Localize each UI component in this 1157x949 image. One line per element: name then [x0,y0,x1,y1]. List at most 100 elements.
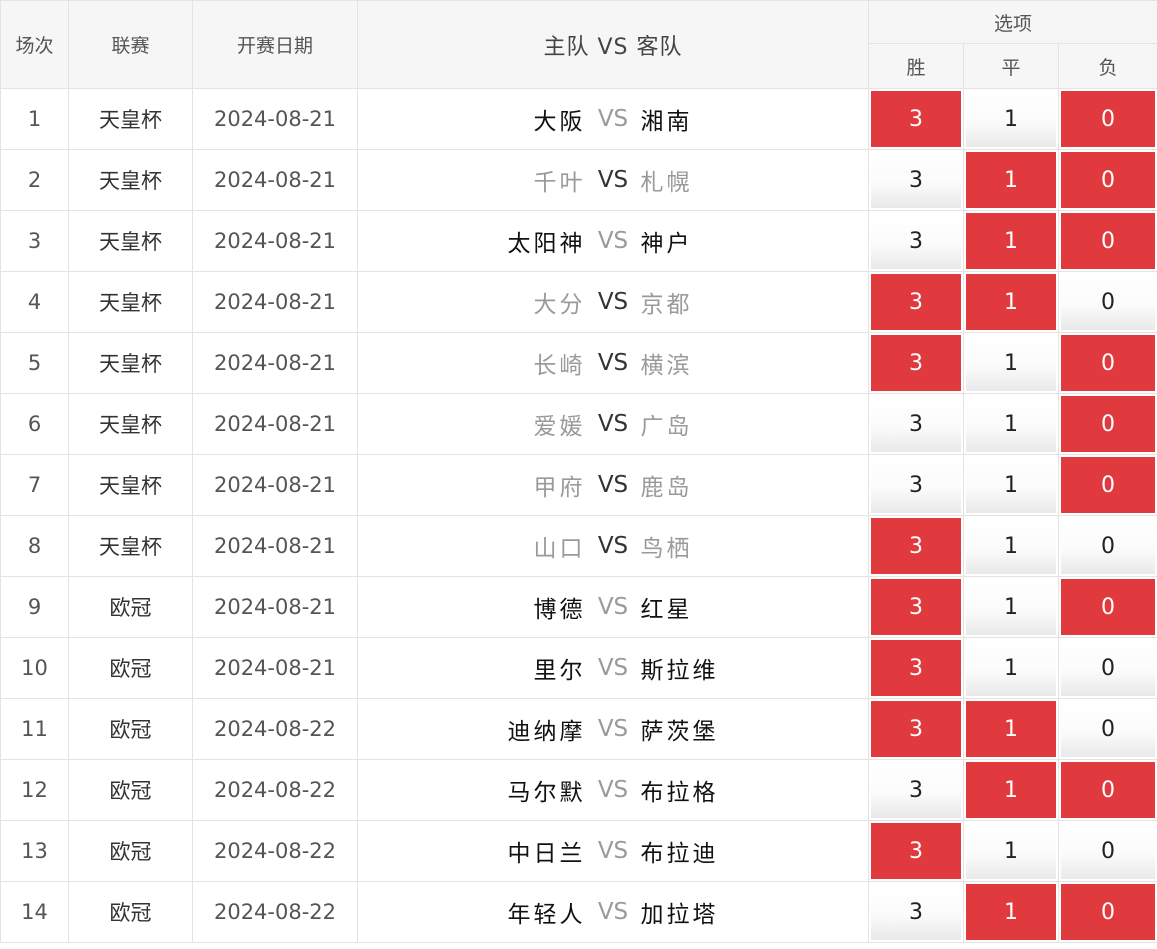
matchup-cell: 山口 VS 鸟栖 [357,515,869,577]
away-team: 加拉塔 [640,902,719,928]
match-date: 2024-08-21 [192,332,358,394]
league-name: 天皇杯 [68,393,193,455]
option-lose-cell: 0 [1057,698,1157,760]
option-win-button[interactable]: 3 [871,274,961,330]
option-draw-button[interactable]: 1 [966,152,1056,208]
option-win-button[interactable]: 3 [871,701,961,757]
option-win-button[interactable]: 3 [871,579,961,635]
option-draw-button[interactable]: 1 [966,274,1056,330]
table-header: 场次 联赛 开赛日期 主队 VS 客队 选项 胜 平 负 [0,0,1157,89]
away-team: 鸟栖 [640,536,693,562]
option-draw-button[interactable]: 1 [966,579,1056,635]
match-index: 13 [0,820,69,882]
match-date: 2024-08-21 [192,576,358,638]
option-lose-button[interactable]: 0 [1061,457,1156,513]
option-lose-button[interactable]: 0 [1061,762,1156,818]
away-team: 湘南 [640,109,693,135]
option-draw-button[interactable]: 1 [966,396,1056,452]
league-name: 天皇杯 [68,515,193,577]
home-team: 爱媛 [533,414,586,440]
option-lose-button[interactable]: 0 [1061,884,1156,940]
option-lose-button[interactable]: 0 [1061,396,1156,452]
option-win-button[interactable]: 3 [871,396,961,452]
option-lose-button[interactable]: 0 [1061,579,1156,635]
match-index: 10 [0,637,69,699]
option-win-button[interactable]: 3 [871,762,961,818]
header-options: 选项 [867,0,1157,44]
match-index: 9 [0,576,69,638]
option-draw-cell: 1 [963,210,1059,272]
league-name: 欧冠 [68,698,193,760]
option-lose-cell: 0 [1057,210,1157,272]
option-win-button[interactable]: 3 [871,823,961,879]
match-table-container: 场次 联赛 开赛日期 主队 VS 客队 选项 胜 平 负 1 天皇杯 2024-… [0,0,1157,949]
match-date: 2024-08-21 [192,88,358,150]
table-row: 8 天皇杯 2024-08-21 山口 VS 鸟栖 3 1 0 [0,515,1157,577]
option-draw-button[interactable]: 1 [966,884,1056,940]
option-draw-button[interactable]: 1 [966,335,1056,391]
option-lose-button[interactable]: 0 [1061,640,1156,696]
option-win-button[interactable]: 3 [871,640,961,696]
home-team: 山口 [533,536,586,562]
option-win-button[interactable]: 3 [871,91,961,147]
option-draw-button[interactable]: 1 [966,640,1056,696]
option-draw-button[interactable]: 1 [966,213,1056,269]
option-win-button[interactable]: 3 [871,152,961,208]
option-draw-button[interactable]: 1 [966,762,1056,818]
matchup: 里尔 VS 斯拉维 [358,651,868,685]
home-team: 大分 [533,292,586,318]
option-lose-cell: 0 [1057,515,1157,577]
option-lose-button[interactable]: 0 [1061,91,1156,147]
option-draw-button[interactable]: 1 [966,518,1056,574]
option-lose-button[interactable]: 0 [1061,274,1156,330]
option-win-button[interactable]: 3 [871,213,961,269]
matchup: 马尔默 VS 布拉格 [358,773,868,807]
option-lose-button[interactable]: 0 [1061,213,1156,269]
matchup: 大阪 VS 湘南 [358,102,868,136]
match-index: 12 [0,759,69,821]
home-team: 甲府 [533,475,586,501]
option-lose-button[interactable]: 0 [1061,518,1156,574]
header-win: 胜 [868,43,964,89]
table-body: 1 天皇杯 2024-08-21 大阪 VS 湘南 3 1 0 2 天皇杯 20… [0,88,1157,943]
match-date: 2024-08-21 [192,454,358,516]
option-lose-button[interactable]: 0 [1061,701,1156,757]
option-draw-cell: 1 [963,271,1059,333]
option-win-button[interactable]: 3 [871,884,961,940]
matchup: 年轻人 VS 加拉塔 [358,895,868,929]
away-team: 横滨 [640,353,693,379]
table-row: 12 欧冠 2024-08-22 马尔默 VS 布拉格 3 1 0 [0,759,1157,821]
option-lose-button[interactable]: 0 [1061,152,1156,208]
match-index: 8 [0,515,69,577]
option-win-button[interactable]: 3 [871,335,961,391]
league-name: 天皇杯 [68,332,193,394]
match-date: 2024-08-21 [192,637,358,699]
league-name: 天皇杯 [68,88,193,150]
option-draw-button[interactable]: 1 [966,457,1056,513]
home-team: 千叶 [533,170,586,196]
option-draw-cell: 1 [963,759,1059,821]
matchup: 大分 VS 京都 [358,285,868,319]
league-name: 欧冠 [68,576,193,638]
matchup: 中日兰 VS 布拉迪 [358,834,868,868]
home-team: 马尔默 [507,780,586,806]
matchup-cell: 马尔默 VS 布拉格 [357,759,869,821]
header-matchup: 主队 VS 客队 [357,0,869,89]
option-draw-cell: 1 [963,454,1059,516]
option-lose-button[interactable]: 0 [1061,823,1156,879]
option-draw-button[interactable]: 1 [966,701,1056,757]
option-win-button[interactable]: 3 [871,518,961,574]
option-win-button[interactable]: 3 [871,457,961,513]
option-lose-button[interactable]: 0 [1061,335,1156,391]
league-name: 天皇杯 [68,210,193,272]
match-date: 2024-08-21 [192,271,358,333]
option-lose-cell: 0 [1057,271,1157,333]
option-win-cell: 3 [868,271,964,333]
home-team: 里尔 [533,658,586,684]
vs-label: VS [597,777,629,803]
option-draw-button[interactable]: 1 [966,91,1056,147]
matchup-cell: 博德 VS 红星 [357,576,869,638]
table-row: 10 欧冠 2024-08-21 里尔 VS 斯拉维 3 1 0 [0,637,1157,699]
matchup-cell: 甲府 VS 鹿岛 [357,454,869,516]
option-draw-button[interactable]: 1 [966,823,1056,879]
